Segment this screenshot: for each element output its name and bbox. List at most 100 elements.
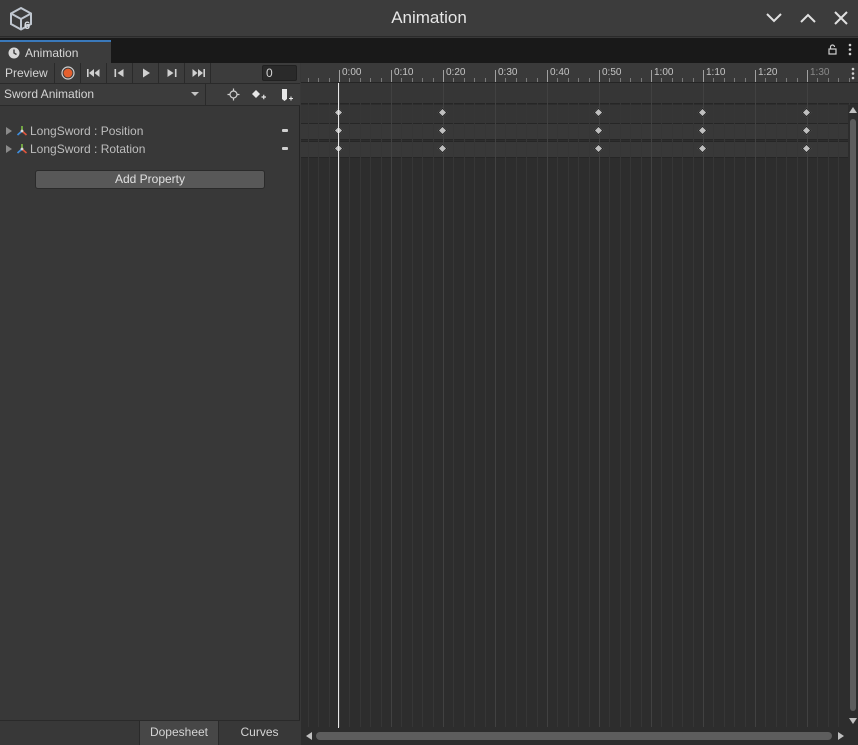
playhead[interactable] [338,83,339,728]
grid-line [318,83,319,727]
frame-field[interactable]: 0 [262,65,297,81]
next-key-button[interactable] [159,63,185,83]
ruler-minor-tick [641,78,642,82]
record-icon [60,66,75,80]
clip-toolbar: Sword Animation [0,84,300,106]
ruler-minor-tick [724,78,725,82]
first-key-button[interactable] [81,63,107,83]
ruler-major-tick [339,70,340,82]
ruler-minor-tick [786,78,787,82]
property-label: LongSword : Position [30,124,144,138]
play-icon [142,68,150,78]
grid-line [578,83,579,727]
scroll-right-icon[interactable] [838,732,844,740]
grid-line [485,83,486,727]
event-strip[interactable] [301,83,858,104]
ruler-minor-tick [360,78,361,82]
scroll-up-icon[interactable] [849,107,857,113]
expand-arrow-icon[interactable] [6,127,12,135]
scroll-left-icon[interactable] [306,732,312,740]
grid-line [630,83,631,727]
ruler-major-tick [495,70,496,82]
kebab-menu-icon[interactable] [851,67,855,80]
grid-line [828,83,829,727]
close-icon[interactable] [830,7,852,29]
ruler-label: 0:30 [498,67,518,78]
window-title: Animation [391,8,467,27]
grid-line [599,83,600,727]
ruler-major-tick [703,70,704,82]
tab-curves[interactable]: Curves [219,721,300,745]
grid-line [381,83,382,727]
tab-animation[interactable]: Animation [0,40,111,63]
property-options-icon[interactable] [282,147,288,150]
preview-button[interactable]: Preview [0,63,55,83]
lock-icon[interactable] [828,44,837,55]
chevron-up-icon[interactable] [797,7,819,29]
grid-line [745,83,746,727]
grid-line [755,83,756,727]
clip-dropdown[interactable]: Sword Animation [0,84,206,105]
add-keyframe-button[interactable] [246,84,272,105]
ruler-minor-tick [620,78,621,82]
ruler-minor-tick [308,78,309,82]
grid-line [547,83,548,727]
scrollbar-thumb[interactable] [316,732,832,740]
grid-line [786,83,787,727]
ruler-minor-tick [474,78,475,82]
play-button[interactable] [133,63,159,83]
grid-line [682,83,683,727]
tab-dopesheet[interactable]: Dopesheet [139,721,219,745]
view-mode-tabs: Dopesheet Curves [0,720,300,745]
ruler-major-tick [547,70,548,82]
time-ruler[interactable]: 0:00 0:10 0:20 0:30 0:40 0:50 1:00 1:10 1:20 1:30 [301,63,858,83]
summary-track[interactable] [301,105,849,123]
filter-selection-icon [227,88,239,101]
grid-line [713,83,714,727]
kebab-menu-icon[interactable] [848,43,852,56]
add-property-button[interactable]: Add Property [35,170,265,189]
expand-arrow-icon[interactable] [6,145,12,153]
dopesheet-timeline[interactable]: 0:00 0:10 0:20 0:30 0:40 0:50 1:00 1:10 1:20 1:30 [301,63,858,745]
ruler-minor-tick [516,78,517,82]
ruler-minor-tick [765,78,766,82]
grid-line [776,83,777,727]
grid-line [453,83,454,727]
ruler-minor-tick [630,78,631,82]
scroll-down-icon[interactable] [849,718,857,724]
last-key-button[interactable] [185,63,211,83]
add-event-icon [282,88,293,101]
grid-line [433,83,434,727]
ruler-minor-tick [734,78,735,82]
grid-line [734,83,735,727]
grid-line [693,83,694,727]
prev-key-button[interactable] [107,63,133,83]
grid-line [641,83,642,727]
filter-selection-button[interactable] [220,84,246,105]
grid-line [474,83,475,727]
property-row-position[interactable]: LongSword : Position [0,122,300,140]
horizontal-scrollbar[interactable] [301,728,848,745]
record-button[interactable] [55,63,81,83]
prev-key-icon [114,69,124,77]
ruler-major-tick [807,70,808,82]
grid-line [537,83,538,727]
grid-line [339,83,340,727]
grid-line [620,83,621,727]
ruler-major-tick [755,70,756,82]
add-event-button[interactable] [274,84,300,105]
ruler-minor-tick [505,78,506,82]
grid-line [464,83,465,727]
window-titlebar: 6 Animation [0,0,858,37]
vertical-scrollbar[interactable] [848,105,858,730]
dropdown-arrow-icon [191,92,199,96]
grid-line [651,83,652,727]
grid-line [370,83,371,727]
chevron-down-icon[interactable] [763,7,785,29]
ruler-minor-tick [828,78,829,82]
property-options-icon[interactable] [282,129,288,132]
ruler-label: 0:00 [342,67,362,78]
scrollbar-thumb[interactable] [850,119,856,711]
property-row-rotation[interactable]: LongSword : Rotation [0,140,300,158]
clip-dropdown-label: Sword Animation [4,87,95,101]
